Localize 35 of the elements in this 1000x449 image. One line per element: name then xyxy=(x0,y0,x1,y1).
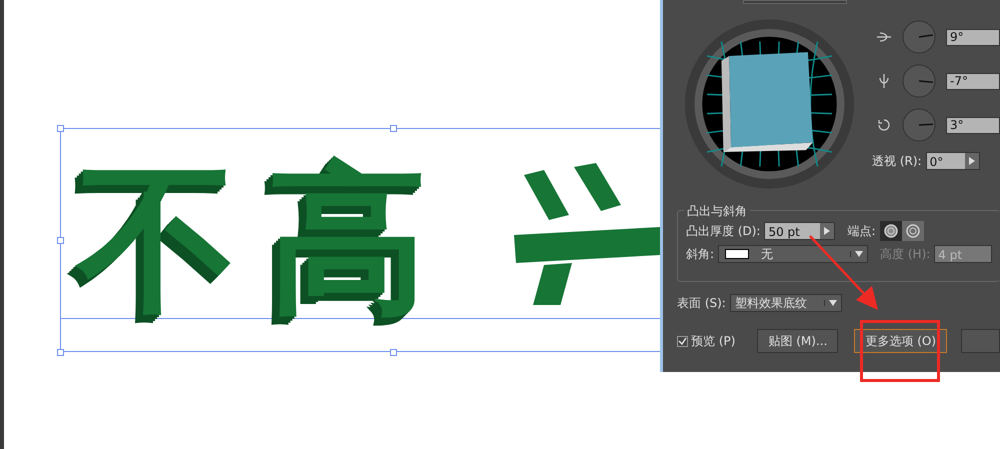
cap-toggle-button[interactable] xyxy=(902,221,924,241)
preview-checkbox[interactable] xyxy=(677,336,688,346)
surface-dropdown[interactable]: 塑料效果底纹 xyxy=(730,294,842,312)
rotation-dial[interactable] xyxy=(902,20,936,54)
selection-handle[interactable] xyxy=(57,349,64,356)
dialog-button[interactable]: 更多选项 (O) xyxy=(854,329,948,353)
perspective-field[interactable]: 0° xyxy=(926,152,980,170)
dropdown-arrow-icon xyxy=(855,251,864,257)
selection-handle[interactable] xyxy=(57,125,64,132)
rotate-icon xyxy=(876,117,892,133)
bevel-dropdown[interactable]: 无 xyxy=(718,245,868,263)
angle-field[interactable]: 9° xyxy=(946,28,1000,46)
extruded-3d-text: 不高 xyxy=(66,142,458,338)
group-title: 凸出与斜角 xyxy=(684,202,750,220)
selection-handle[interactable] xyxy=(390,125,397,132)
selection-handle[interactable] xyxy=(57,237,64,244)
depth-field[interactable]: 50 pt xyxy=(764,222,836,240)
dialog-button[interactable]: 贴图 (M)... xyxy=(757,329,838,353)
perspective-label: 透视 (R): xyxy=(872,153,922,170)
preview-label: 预览 (P) xyxy=(691,333,736,350)
depth-label: 凸出厚度 (D): xyxy=(686,223,760,240)
selection-handle[interactable] xyxy=(390,349,397,356)
angle-field[interactable]: 3° xyxy=(946,116,1000,134)
height-label: 高度 (H): xyxy=(880,246,930,263)
triangle-icon xyxy=(968,157,975,165)
rotation-dial[interactable] xyxy=(902,64,936,98)
cap-toggle-button[interactable] xyxy=(880,221,902,241)
angle-field[interactable]: -7° xyxy=(946,72,1000,90)
dropdown-arrow-icon xyxy=(828,300,837,306)
surface-label: 表面 (S): xyxy=(677,295,726,312)
cap-label: 端点: xyxy=(847,223,876,240)
rotation-dial[interactable] xyxy=(902,108,936,142)
cut-off-button[interactable] xyxy=(961,329,1000,353)
triangle-icon xyxy=(824,227,830,235)
bevel-label: 斜角: xyxy=(686,246,714,263)
